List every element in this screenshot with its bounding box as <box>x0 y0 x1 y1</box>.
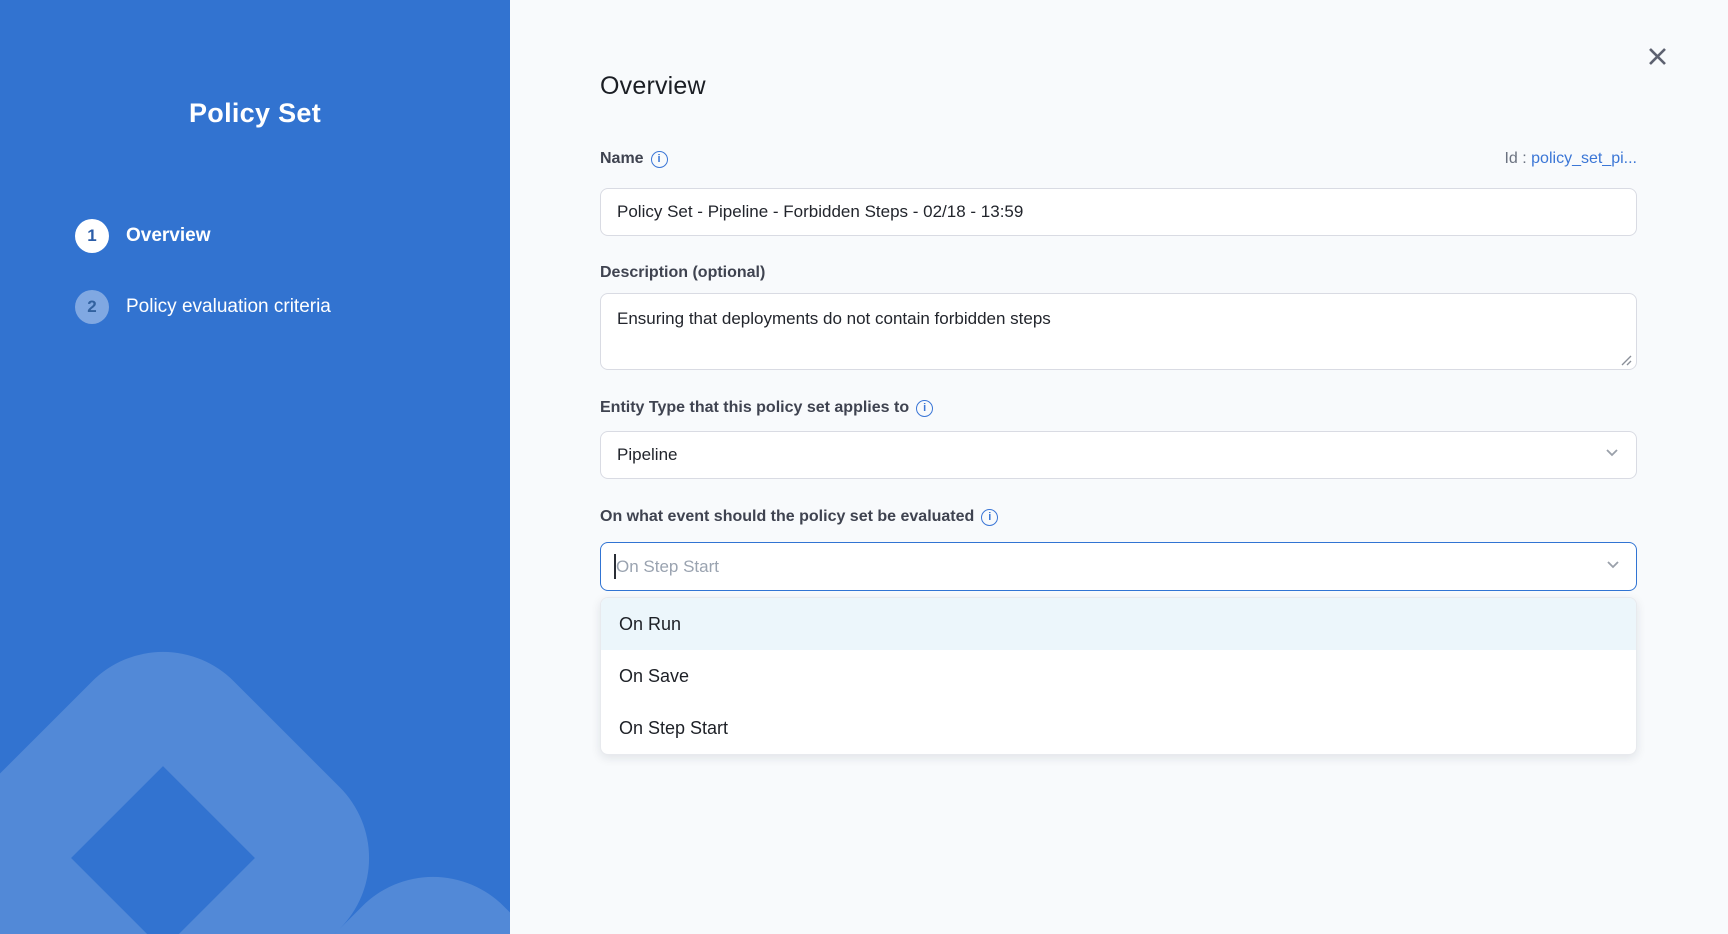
step-number-badge: 1 <box>75 219 109 253</box>
entity-type-select[interactable]: Pipeline <box>600 431 1637 479</box>
option-on-save[interactable]: On Save <box>601 650 1636 702</box>
close-icon <box>1647 46 1668 67</box>
event-label: On what event should the policy set be e… <box>600 508 998 526</box>
wizard-sidebar: Policy Set 1 Overview 2 Policy evaluatio… <box>0 0 510 934</box>
info-icon[interactable]: i <box>981 509 998 526</box>
name-input[interactable] <box>600 188 1637 236</box>
event-combobox-input[interactable] <box>600 542 1637 591</box>
chevron-down-icon <box>1605 556 1621 577</box>
description-label: Description (optional) <box>600 264 765 282</box>
brand-watermark <box>0 611 410 934</box>
event-options-menu: On Run On Save On Step Start <box>600 597 1637 755</box>
wizard-title: Policy Set <box>0 98 510 129</box>
resize-grip-icon <box>1618 352 1632 366</box>
entity-type-label-text: Entity Type that this policy set applies… <box>600 399 909 417</box>
step-label: Policy evaluation criteria <box>126 296 331 318</box>
resize-handle[interactable] <box>1618 352 1632 366</box>
event-select[interactable] <box>600 542 1637 591</box>
overview-form-panel: Overview Name i Id : policy_set_pi... De… <box>510 0 1728 934</box>
event-label-text: On what event should the policy set be e… <box>600 508 974 526</box>
step-label: Overview <box>126 225 211 247</box>
entity-id: Id : policy_set_pi... <box>600 150 1637 168</box>
sidebar-item-policy-evaluation-criteria[interactable]: 2 Policy evaluation criteria <box>75 290 331 324</box>
close-button[interactable] <box>1641 40 1673 72</box>
sidebar-item-overview[interactable]: 1 Overview <box>75 219 211 253</box>
chevron-down-icon <box>1604 445 1620 466</box>
step-number-badge: 2 <box>75 290 109 324</box>
entity-type-value: Pipeline <box>617 445 678 465</box>
page-title: Overview <box>600 72 706 101</box>
description-textarea[interactable]: Ensuring that deployments do not contain… <box>600 293 1637 370</box>
option-on-step-start[interactable]: On Step Start <box>601 702 1636 754</box>
description-label-text: Description (optional) <box>600 264 765 282</box>
id-link[interactable]: policy_set_pi... <box>1531 150 1637 167</box>
text-cursor <box>614 554 616 579</box>
option-on-run[interactable]: On Run <box>601 598 1636 650</box>
info-icon[interactable]: i <box>916 400 933 417</box>
id-prefix: Id : <box>1504 150 1531 167</box>
entity-type-label: Entity Type that this policy set applies… <box>600 399 933 417</box>
